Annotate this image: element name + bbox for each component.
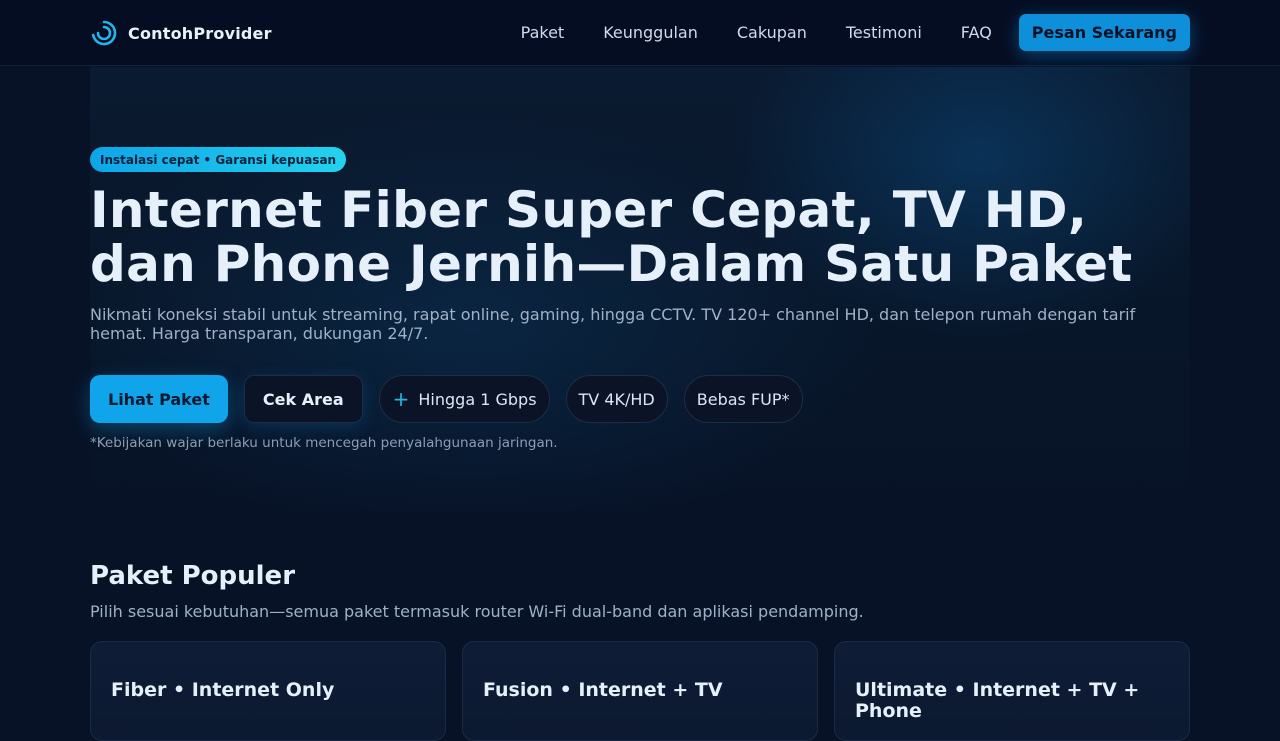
packages-subtitle: Pilih sesuai kebutuhan—semua paket terma… [90, 602, 864, 621]
package-card-fiber[interactable]: Fiber • Internet Only [90, 641, 446, 741]
brand[interactable]: ContohProvider [90, 18, 272, 48]
main-nav: Paket Keunggulan Cakupan Testimoni FAQ P… [521, 14, 1190, 51]
speed-chip: + Hingga 1 Gbps [378, 375, 550, 423]
site-header: ContohProvider Paket Keunggulan Cakupan … [0, 0, 1280, 66]
nav-link-paket[interactable]: Paket [521, 23, 565, 42]
package-card-title: Fusion • Internet + TV [483, 679, 723, 701]
fup-chip: Bebas FUP* [683, 375, 803, 423]
package-card-fusion[interactable]: Fusion • Internet + TV [462, 641, 818, 741]
packages-title: Paket Populer [90, 561, 296, 591]
check-area-button[interactable]: Cek Area [243, 375, 363, 423]
nav-link-keunggulan[interactable]: Keunggulan [603, 23, 698, 42]
fup-note: *Kebijakan wajar berlaku untuk mencegah … [90, 435, 558, 451]
nav-link-cakupan[interactable]: Cakupan [737, 23, 807, 42]
package-card-title: Fiber • Internet Only [111, 679, 335, 701]
hero-subtitle: Nikmati koneksi stabil untuk streaming, … [90, 305, 1136, 343]
signal-arc-icon [90, 19, 118, 47]
plus-icon: + [392, 387, 410, 411]
tv-chip: TV 4K/HD [565, 375, 668, 423]
hero-badge: Instalasi cepat • Garansi kepuasan [90, 147, 347, 172]
fup-chip-label: Bebas FUP* [696, 389, 790, 409]
speed-chip-label: Hingga 1 Gbps [418, 389, 537, 409]
order-now-button[interactable]: Pesan Sekarang [1018, 14, 1190, 51]
tv-chip-label: TV 4K/HD [578, 389, 655, 409]
hero-actions: Lihat Paket Cek Area + Hingga 1 Gbps TV … [90, 375, 803, 423]
package-card-ultimate[interactable]: Ultimate • Internet + TV + Phone [834, 641, 1190, 741]
brand-name: ContohProvider [128, 23, 272, 43]
nav-link-faq[interactable]: FAQ [961, 23, 992, 42]
nav-link-testimoni[interactable]: Testimoni [846, 23, 922, 42]
view-packages-button[interactable]: Lihat Paket [90, 375, 228, 423]
package-card-title: Ultimate • Internet + TV + Phone [855, 679, 1140, 722]
hero-title: Internet Fiber Super Cepat, TV HD, dan P… [90, 181, 1133, 293]
